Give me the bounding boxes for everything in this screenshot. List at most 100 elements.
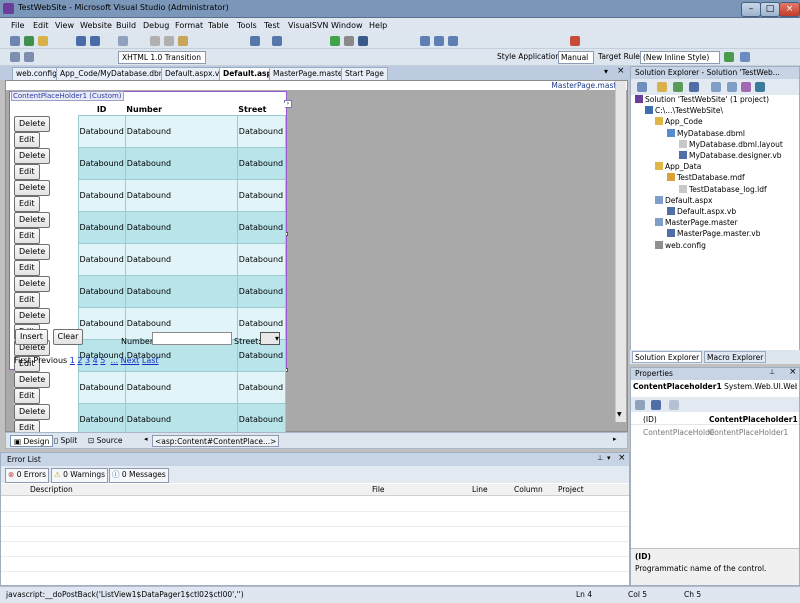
minimize-button[interactable]: – <box>741 2 761 17</box>
tree-node[interactable]: Solution 'TestWebSite' (1 project) <box>635 95 769 104</box>
vertical-scrollbar[interactable]: ▼ <box>615 81 626 422</box>
split-view-tab[interactable]: ▯ Split <box>54 436 77 445</box>
object-selector[interactable]: ContentPlaceholder1 System.Web.UI.WebCo <box>633 382 797 395</box>
pause-icon[interactable] <box>344 36 354 46</box>
column-project[interactable]: Project <box>558 485 584 494</box>
find-icon[interactable] <box>420 36 430 46</box>
delete-button[interactable]: Delete <box>14 211 51 228</box>
close-button[interactable]: × <box>779 2 800 17</box>
street-select[interactable]: ▾ <box>260 332 280 345</box>
menu-format[interactable]: Format <box>175 21 203 30</box>
edit-button[interactable]: Edit <box>14 227 40 244</box>
start-debugging-icon[interactable] <box>330 36 340 46</box>
menu-website[interactable]: Website <box>80 21 112 30</box>
column-column[interactable]: Column <box>514 485 543 494</box>
messages-filter-button[interactable]: ⓘ 0 Messages <box>109 468 169 483</box>
delete-button[interactable]: Delete <box>14 243 51 260</box>
cut-icon[interactable] <box>150 36 160 46</box>
tree-node[interactable]: App_Data <box>655 162 701 171</box>
paste-icon[interactable] <box>178 36 188 46</box>
window-position-icon[interactable]: ▾ <box>607 454 611 462</box>
pager-ellipsis[interactable]: ... <box>110 356 118 365</box>
edit-button[interactable]: Edit <box>14 195 40 212</box>
delete-button[interactable]: Delete <box>14 307 51 324</box>
column-description[interactable]: Description <box>30 485 73 494</box>
warnings-filter-button[interactable]: ⚠ 0 Warnings <box>51 468 109 483</box>
tab-masterpage-master[interactable]: MasterPage.master <box>269 67 350 81</box>
insert-button[interactable]: Insert <box>15 329 48 345</box>
style-application-select[interactable]: Manual <box>558 51 594 64</box>
breadcrumb-forward-icon[interactable]: ▸ <box>613 435 617 443</box>
errors-filter-button[interactable]: ⊗ 0 Errors <box>5 468 50 483</box>
pager-last[interactable]: Last <box>142 356 159 365</box>
print-icon[interactable] <box>118 36 128 46</box>
tab-macro-explorer[interactable]: Macro Explorer <box>704 351 767 363</box>
tree-node[interactable]: TestDatabase_log.ldf <box>679 184 767 194</box>
tree-node[interactable]: C:\...\TestWebSite\ <box>645 106 723 115</box>
menu-tools[interactable]: Tools <box>237 21 257 30</box>
tab-mydatabase-dbml[interactable]: App_Code/MyDatabase.dbml <box>56 67 173 81</box>
menu-test[interactable]: Test <box>264 21 280 30</box>
refresh-icon[interactable] <box>673 82 683 92</box>
menu-visualsvn[interactable]: VisualSVN <box>288 21 328 30</box>
property-pages-icon[interactable] <box>669 400 679 410</box>
copy-icon[interactable] <box>164 36 174 46</box>
delete-button[interactable]: Delete <box>14 179 51 196</box>
source-view-tab[interactable]: ⊡ Source <box>88 436 122 445</box>
pager-page-3[interactable]: 3 <box>85 356 90 365</box>
pager-page-5[interactable]: 5 <box>100 356 105 365</box>
scroll-down-icon[interactable]: ▼ <box>617 411 622 418</box>
new-project-icon[interactable] <box>10 36 20 46</box>
undo-icon[interactable] <box>250 36 260 46</box>
asp-config-icon[interactable] <box>755 82 765 92</box>
column-file[interactable]: File <box>372 485 385 494</box>
tree-node[interactable]: MasterPage.master.vb <box>667 229 761 238</box>
menu-build[interactable]: Build <box>116 21 136 30</box>
indent-icon[interactable] <box>10 52 20 62</box>
delete-button[interactable]: Delete <box>14 403 51 420</box>
delete-button[interactable]: Delete <box>14 115 51 132</box>
menu-table[interactable]: Table <box>208 21 229 30</box>
close-panel-icon[interactable]: × <box>618 453 626 463</box>
copy-website-icon[interactable] <box>741 82 751 92</box>
tag-breadcrumb[interactable]: <asp:Content#ContentPlace...> <box>152 435 280 447</box>
apply-style-icon[interactable] <box>724 52 734 62</box>
add-item-icon[interactable] <box>24 36 34 46</box>
menu-help[interactable]: Help <box>369 21 387 30</box>
pager-page-2[interactable]: 2 <box>77 356 82 365</box>
stop-icon[interactable] <box>358 36 368 46</box>
properties-icon[interactable] <box>637 82 647 92</box>
menu-edit[interactable]: Edit <box>33 21 49 30</box>
delete-button[interactable]: Delete <box>14 147 51 164</box>
target-rule-select[interactable]: (New Inline Style) <box>640 51 720 64</box>
redo-icon[interactable] <box>272 36 282 46</box>
maximize-button[interactable]: □ <box>760 2 780 17</box>
pin-icon[interactable]: ⊥ <box>769 368 775 376</box>
save-all-icon[interactable] <box>90 36 100 46</box>
delete-button[interactable]: Delete <box>14 371 51 388</box>
pager-next[interactable]: Next <box>121 356 140 365</box>
column-line[interactable]: Line <box>472 485 488 494</box>
tree-node[interactable]: App_Code <box>655 117 703 126</box>
tab-solution-explorer[interactable]: Solution Explorer <box>632 351 703 363</box>
tab-dropdown-icon[interactable]: ▾ <box>604 67 608 76</box>
tree-node[interactable]: web.config <box>655 240 706 250</box>
edit-button[interactable]: Edit <box>14 163 40 180</box>
view-code-icon[interactable] <box>689 82 699 92</box>
close-document-icon[interactable]: × <box>617 66 625 76</box>
number-input[interactable] <box>152 332 232 345</box>
tree-node[interactable]: MyDatabase.designer.vb <box>679 151 782 160</box>
design-view-tab[interactable]: ▣ Design <box>10 435 54 447</box>
tree-node[interactable]: MyDatabase.dbml <box>667 128 745 138</box>
toolbox-icon[interactable] <box>570 36 580 46</box>
new-style-icon[interactable] <box>740 52 750 62</box>
tab-web-config[interactable]: web.config <box>12 67 61 81</box>
properties-icon[interactable] <box>448 36 458 46</box>
edit-button[interactable]: Edit <box>14 291 40 308</box>
breadcrumb-back-icon[interactable]: ◂ <box>144 435 148 443</box>
menu-file[interactable]: File <box>11 21 24 30</box>
alphabetical-icon[interactable] <box>651 400 661 410</box>
delete-button[interactable]: Delete <box>14 275 51 292</box>
edit-button[interactable]: Edit <box>14 387 40 404</box>
menu-view[interactable]: View <box>55 21 74 30</box>
